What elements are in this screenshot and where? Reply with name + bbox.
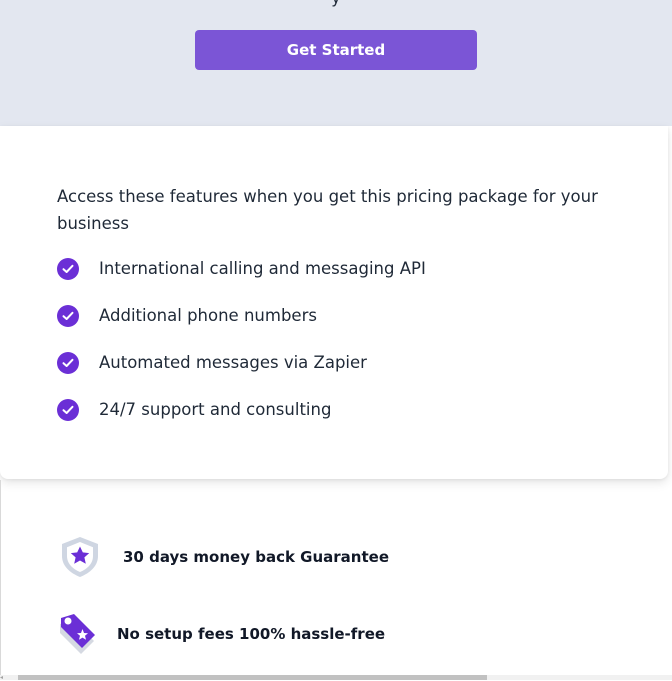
check-circle-icon xyxy=(57,399,79,421)
feature-item: Automated messages via Zapier xyxy=(57,352,426,399)
guarantee-label: No setup fees 100% hassle-free xyxy=(117,625,386,643)
pricing-header-band: y Get Started xyxy=(0,0,672,126)
no-setup-fees: No setup fees 100% hassle-free xyxy=(57,612,657,656)
scrollbar-thumb[interactable] xyxy=(18,675,487,680)
money-back-guarantee: 30 days money back Guarantee xyxy=(57,534,657,580)
feature-list: International calling and messaging API … xyxy=(57,258,426,446)
price-tag-icon xyxy=(57,612,101,656)
check-circle-icon xyxy=(57,305,79,327)
header-partial-text: y xyxy=(0,0,672,7)
feature-label: International calling and messaging API xyxy=(99,259,426,278)
shield-star-icon xyxy=(57,534,103,580)
feature-item: Additional phone numbers xyxy=(57,305,426,352)
check-circle-icon xyxy=(57,258,79,280)
feature-label: 24/7 support and consulting xyxy=(99,400,332,419)
feature-item: International calling and messaging API xyxy=(57,258,426,305)
check-circle-icon xyxy=(57,352,79,374)
feature-label: Additional phone numbers xyxy=(99,306,317,325)
features-intro: Access these features when you get this … xyxy=(57,187,598,233)
scroll-left-arrow-icon[interactable]: ◂ xyxy=(0,675,6,681)
guarantee-label: 30 days money back Guarantee xyxy=(123,548,389,566)
feature-item: 24/7 support and consulting xyxy=(57,399,426,446)
horizontal-scrollbar[interactable]: ◂ xyxy=(0,675,672,681)
get-started-button[interactable]: Get Started xyxy=(195,30,477,70)
page-edge-divider xyxy=(0,480,1,680)
features-card: Access these features when you get this … xyxy=(0,126,668,479)
feature-label: Automated messages via Zapier xyxy=(99,353,367,372)
